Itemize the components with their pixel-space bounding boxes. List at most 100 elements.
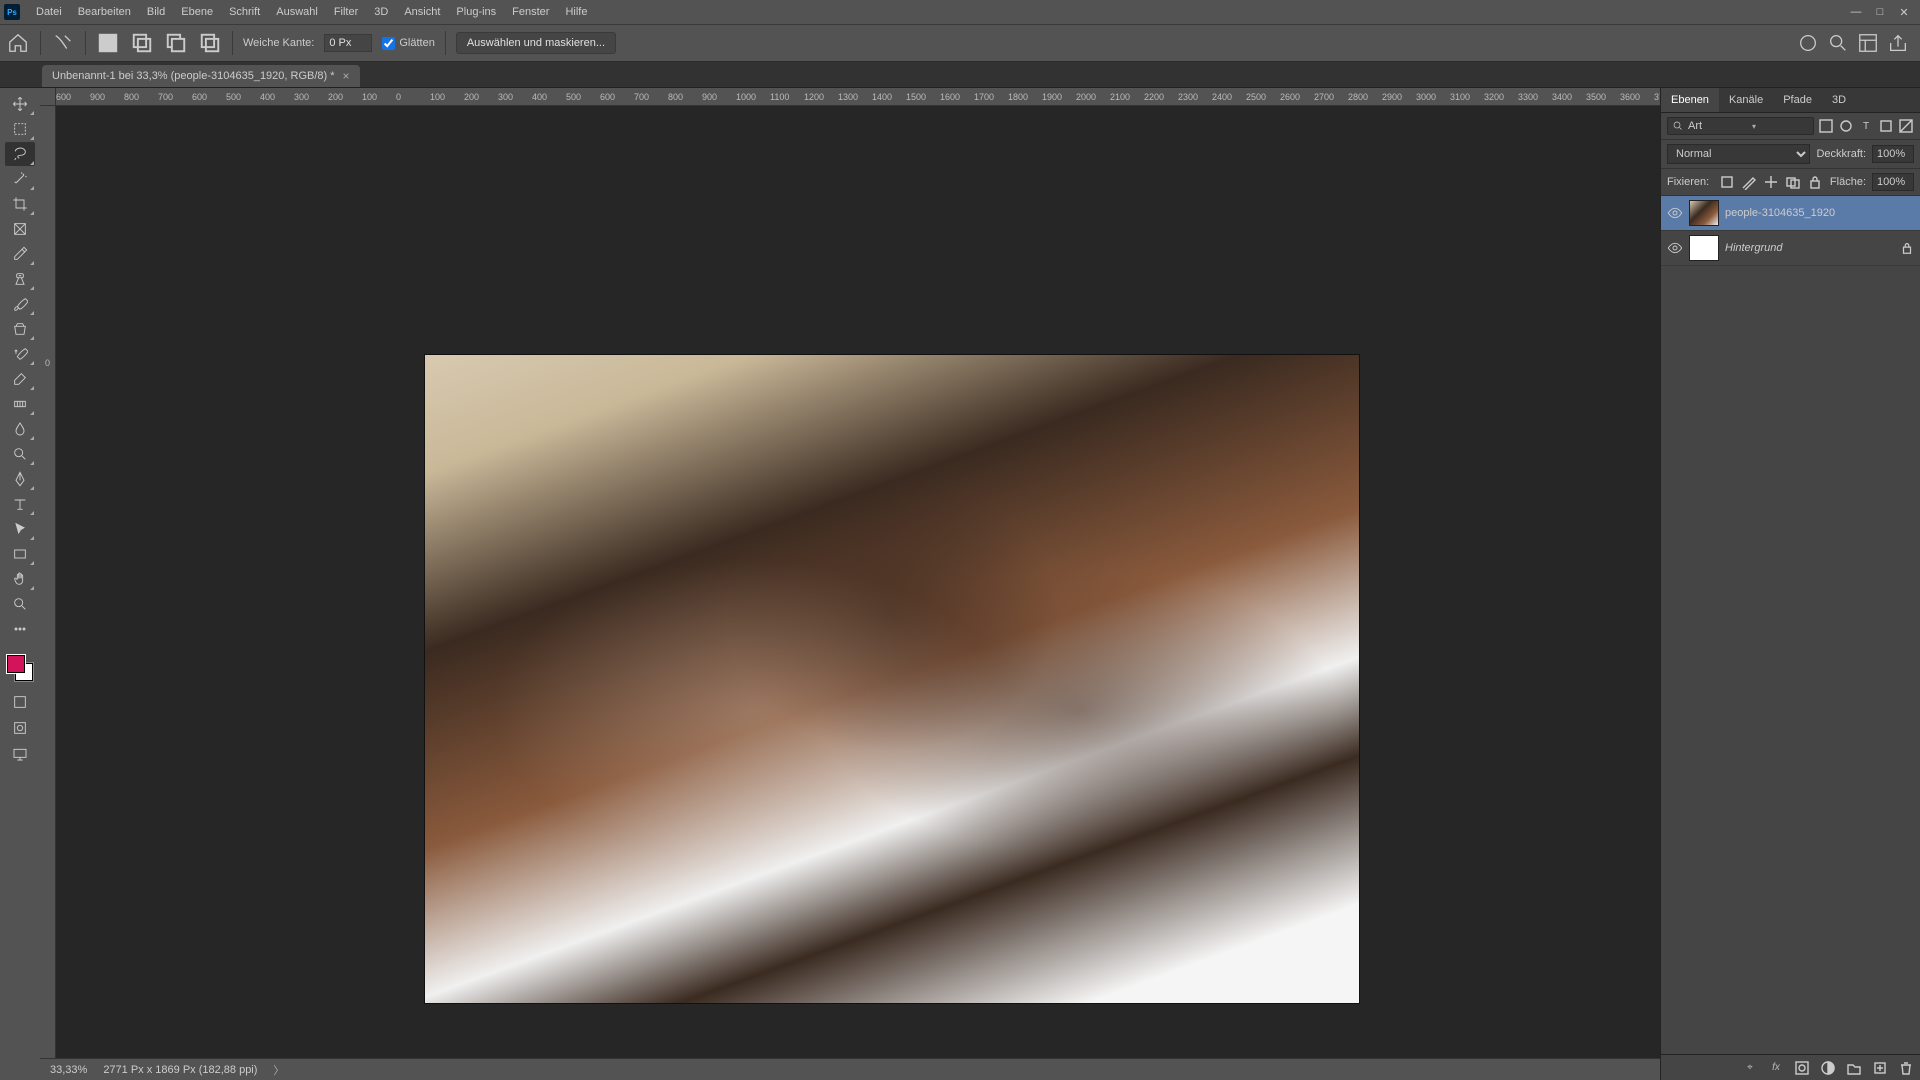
lock-all-icon[interactable] <box>1807 174 1823 190</box>
layer-filter-type[interactable]: ▾ <box>1667 117 1814 135</box>
tab-layers[interactable]: Ebenen <box>1661 88 1719 112</box>
layer-thumbnail[interactable] <box>1689 235 1719 261</box>
brush-tool[interactable] <box>5 292 35 316</box>
tab-channels[interactable]: Kanäle <box>1719 88 1773 112</box>
healing-brush-tool[interactable] <box>5 267 35 291</box>
close-tab-icon[interactable]: × <box>343 69 350 83</box>
menu-select[interactable]: Auswahl <box>268 0 326 24</box>
window-close[interactable]: ✕ <box>1892 3 1916 21</box>
menu-file[interactable]: Datei <box>28 0 70 24</box>
adjustment-filter-icon[interactable] <box>1838 118 1854 134</box>
status-menu-arrow[interactable]: 〉 <box>273 1062 284 1078</box>
tool-preset-picker[interactable] <box>51 31 75 55</box>
document-dimensions[interactable]: 2771 Px x 1869 Px (182,88 ppi) <box>103 1064 257 1076</box>
menu-view[interactable]: Ansicht <box>396 0 448 24</box>
menu-help[interactable]: Hilfe <box>557 0 595 24</box>
lock-pixels-icon[interactable] <box>1719 174 1735 190</box>
menu-3d[interactable]: 3D <box>366 0 396 24</box>
search-icon[interactable] <box>1826 31 1850 55</box>
trash-icon[interactable] <box>1898 1060 1914 1076</box>
zoom-tool[interactable] <box>5 592 35 616</box>
menu-window[interactable]: Fenster <box>504 0 557 24</box>
layer-name[interactable]: people-3104635_1920 <box>1725 207 1914 219</box>
link-icon[interactable]: ⌖ <box>1742 1060 1758 1076</box>
clone-stamp-tool[interactable] <box>5 317 35 341</box>
pen-tool[interactable] <box>5 467 35 491</box>
tab-3d[interactable]: 3D <box>1822 88 1856 112</box>
tab-paths[interactable]: Pfade <box>1773 88 1822 112</box>
document-image[interactable] <box>424 354 1360 1004</box>
zoom-level[interactable]: 33,33% <box>50 1064 87 1076</box>
workspace[interactable]: 6009008007006005004003002001000100200300… <box>40 88 1660 1058</box>
ruler-origin[interactable] <box>40 88 56 106</box>
home-button[interactable] <box>6 31 30 55</box>
type-filter-icon[interactable]: T <box>1858 118 1874 134</box>
select-and-mask-button[interactable]: Auswählen und maskieren... <box>456 32 616 54</box>
menu-type[interactable]: Schrift <box>221 0 268 24</box>
canvas-viewport[interactable] <box>56 106 1660 1058</box>
menu-layer[interactable]: Ebene <box>173 0 221 24</box>
dodge-tool[interactable] <box>5 442 35 466</box>
foreground-color-swatch[interactable] <box>7 655 25 673</box>
lock-nested-icon[interactable] <box>1785 174 1801 190</box>
lasso-tool[interactable] <box>5 142 35 166</box>
mask-icon[interactable] <box>1794 1060 1810 1076</box>
blur-tool[interactable] <box>5 417 35 441</box>
ruler-horizontal[interactable]: 6009008007006005004003002001000100200300… <box>56 88 1660 106</box>
smart-filter-icon[interactable] <box>1898 118 1914 134</box>
selection-intersect[interactable] <box>198 31 222 55</box>
document-tab[interactable]: Unbenannt-1 bei 33,3% (people-3104635_19… <box>42 65 360 87</box>
opacity-input[interactable] <box>1872 145 1914 163</box>
eyedropper-tool[interactable] <box>5 242 35 266</box>
screen-mode-icon[interactable] <box>5 742 35 766</box>
layer-row[interactable]: people-3104635_1920 <box>1661 196 1920 231</box>
color-swatches[interactable] <box>5 653 35 683</box>
menu-image[interactable]: Bild <box>139 0 173 24</box>
move-tool[interactable] <box>5 92 35 116</box>
filter-type-input[interactable] <box>1688 120 1748 132</box>
menu-plugins[interactable]: Plug-ins <box>448 0 504 24</box>
frame-tool[interactable] <box>5 217 35 241</box>
cloud-docs-icon[interactable] <box>1796 31 1820 55</box>
layer-visibility-toggle[interactable] <box>1667 240 1683 256</box>
fill-input[interactable] <box>1872 173 1914 191</box>
edit-toolbar-icon[interactable] <box>5 690 35 714</box>
hand-tool[interactable] <box>5 567 35 591</box>
lock-position-icon[interactable] <box>1741 174 1757 190</box>
ruler-vertical[interactable]: 0 <box>40 106 56 1058</box>
workspace-icon[interactable] <box>1856 31 1880 55</box>
history-brush-tool[interactable] <box>5 342 35 366</box>
lock-artboard-icon[interactable] <box>1763 174 1779 190</box>
fx-icon[interactable]: fx <box>1768 1060 1784 1076</box>
layer-name[interactable]: Hintergrund <box>1725 242 1894 254</box>
eraser-tool[interactable] <box>5 367 35 391</box>
feather-input[interactable] <box>324 34 372 52</box>
window-minimize[interactable]: — <box>1844 3 1868 21</box>
gradient-tool[interactable] <box>5 392 35 416</box>
menu-edit[interactable]: Bearbeiten <box>70 0 139 24</box>
quick-mask-icon[interactable] <box>5 716 35 740</box>
crop-tool[interactable] <box>5 192 35 216</box>
layer-thumbnail[interactable] <box>1689 200 1719 226</box>
path-select-tool[interactable] <box>5 517 35 541</box>
antialias-checkbox[interactable]: Glätten <box>382 37 434 50</box>
share-icon[interactable] <box>1886 31 1910 55</box>
selection-new[interactable] <box>96 31 120 55</box>
adjustment-layer-icon[interactable] <box>1820 1060 1836 1076</box>
blend-mode-select[interactable]: Normal <box>1667 144 1810 164</box>
lock-icon[interactable] <box>1900 241 1914 255</box>
selection-subtract[interactable] <box>164 31 188 55</box>
rectangle-tool[interactable] <box>5 542 35 566</box>
menu-filter[interactable]: Filter <box>326 0 366 24</box>
window-maximize[interactable]: □ <box>1868 3 1892 21</box>
layer-visibility-toggle[interactable] <box>1667 205 1683 221</box>
more-tools[interactable] <box>5 617 35 641</box>
new-layer-icon[interactable] <box>1872 1060 1888 1076</box>
shape-filter-icon[interactable] <box>1878 118 1894 134</box>
marquee-tool[interactable] <box>5 117 35 141</box>
layer-row[interactable]: Hintergrund <box>1661 231 1920 266</box>
group-icon[interactable] <box>1846 1060 1862 1076</box>
type-tool[interactable] <box>5 492 35 516</box>
magic-wand-tool[interactable] <box>5 167 35 191</box>
selection-add[interactable] <box>130 31 154 55</box>
